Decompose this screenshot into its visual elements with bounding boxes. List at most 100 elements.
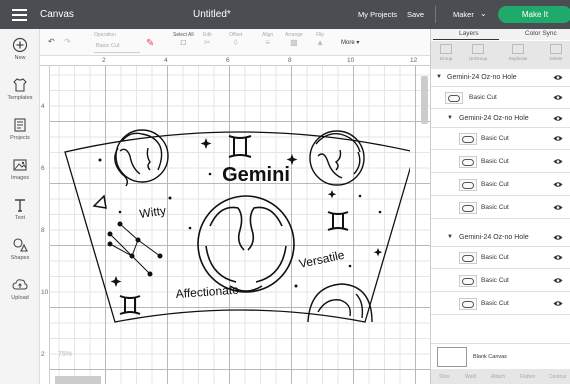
eye-icon[interactable] xyxy=(553,158,563,165)
layer-group[interactable]: ▼ Gemini-24 Oz-no Hole xyxy=(431,69,570,87)
pencil-icon[interactable]: ✎ xyxy=(146,38,154,49)
scissors-icon: ✂ xyxy=(203,38,211,47)
make-it-button[interactable]: Make It xyxy=(498,6,570,23)
blank-canvas-row[interactable]: Blank Canvas xyxy=(431,343,570,369)
layer-item-label: Basic Cut xyxy=(481,158,509,165)
plus-icon xyxy=(12,37,28,53)
arrange-button[interactable]: Arrange ▩ xyxy=(285,32,303,48)
group-button[interactable]: Group xyxy=(431,44,461,61)
versatile-text: Versatile xyxy=(298,248,346,271)
undo-icon[interactable]: ↶ xyxy=(48,37,55,47)
ruler-number: 10 xyxy=(347,57,355,64)
blank-canvas-label: Blank Canvas xyxy=(473,354,507,360)
contour-button[interactable]: Contour xyxy=(549,374,567,380)
top-ruler: 2 4 6 8 10 12 xyxy=(40,56,430,66)
nav-text[interactable]: Text xyxy=(0,197,40,221)
nav-templates[interactable]: Templates xyxy=(0,77,40,101)
layer-item[interactable]: Basic Cut xyxy=(431,151,570,173)
select-all-button[interactable]: Select All □ xyxy=(173,32,194,48)
menu-icon[interactable] xyxy=(12,9,27,21)
flip-icon: ▲ xyxy=(316,38,324,47)
machine-select[interactable]: Maker xyxy=(453,10,474,19)
layer-group-label: Gemini-24 Oz-no Hole xyxy=(459,115,529,122)
gemini-constellation xyxy=(107,221,163,277)
layer-item[interactable]: Basic Cut xyxy=(431,128,570,150)
redo-icon[interactable]: ↷ xyxy=(64,37,71,47)
layer-item[interactable]: Basic Cut xyxy=(431,270,570,292)
layer-item-label: Basic Cut xyxy=(481,204,509,211)
nav-new[interactable]: New xyxy=(0,37,40,61)
text-icon xyxy=(12,197,28,213)
eye-icon[interactable] xyxy=(553,234,563,241)
gemini-text: Gemini xyxy=(222,164,290,186)
nav-label: Images xyxy=(10,175,30,181)
layer-item-label: Basic Cut xyxy=(481,181,509,188)
eye-icon[interactable] xyxy=(553,94,563,101)
left-ruler: 4 6 8 10 2 xyxy=(40,66,50,384)
chevron-down-icon[interactable]: ▼ xyxy=(436,74,442,80)
layer-thumbnail xyxy=(445,92,463,104)
duplicate-button[interactable]: Duplicate xyxy=(503,44,533,61)
eye-icon[interactable] xyxy=(553,204,563,211)
eye-icon[interactable] xyxy=(553,181,563,188)
chevron-down-icon[interactable]: ▼ xyxy=(447,234,453,240)
eye-icon[interactable] xyxy=(553,277,563,284)
layer-item[interactable]: Basic Cut xyxy=(431,174,570,196)
layer-thumbnail xyxy=(459,202,477,214)
document-title[interactable]: Untitled* xyxy=(193,9,231,20)
horizontal-scrollbar[interactable] xyxy=(55,376,101,384)
design-canvas[interactable]: Gemini Witty Versatile Affectionate xyxy=(50,66,430,384)
delete-button[interactable]: Delete xyxy=(541,44,570,61)
eye-icon[interactable] xyxy=(553,300,563,307)
canvas-color-swatch[interactable] xyxy=(437,347,467,367)
nav-projects[interactable]: Projects xyxy=(0,117,40,141)
my-projects-link[interactable]: My Projects xyxy=(358,10,397,19)
edit-button[interactable]: Edit ✂ xyxy=(203,32,212,48)
nav-images[interactable]: Images xyxy=(0,157,40,181)
nav-label: Upload xyxy=(11,295,29,301)
operation-select[interactable]: Basic Cut xyxy=(94,43,140,53)
zoom-level[interactable]: 75% xyxy=(58,351,72,358)
chevron-down-icon[interactable]: ▼ xyxy=(447,115,453,121)
nav-label: Shapes xyxy=(10,255,30,261)
save-button[interactable]: Save xyxy=(407,10,424,19)
eye-icon[interactable] xyxy=(553,135,563,142)
ruler-number: 6 xyxy=(41,165,45,172)
ruler-number: 8 xyxy=(41,227,45,234)
gemini-tumbler-design[interactable]: Gemini Witty Versatile Affectionate xyxy=(60,126,410,326)
flatten-button[interactable]: Flatten xyxy=(520,374,535,380)
tab-layers[interactable]: Layers xyxy=(459,30,479,37)
more-label: More xyxy=(341,40,355,46)
gemini-symbol xyxy=(327,211,349,231)
projects-icon xyxy=(12,117,28,133)
chevron-down-icon[interactable]: ⌄ xyxy=(480,9,487,18)
weld-button[interactable]: Weld xyxy=(465,374,476,380)
slice-button[interactable]: Slice xyxy=(439,374,450,380)
ungroup-button[interactable]: UnGroup xyxy=(463,44,493,61)
duplicate-icon xyxy=(512,44,524,54)
eye-icon[interactable] xyxy=(553,115,563,122)
layer-item[interactable]: Basic Cut xyxy=(431,247,570,269)
offset-button[interactable]: Offset ◊ xyxy=(229,32,242,48)
topbar-divider xyxy=(435,6,436,23)
layer-thumbnail xyxy=(459,133,477,145)
arrange-icon: ▩ xyxy=(290,38,298,47)
more-menu[interactable]: More ▾ xyxy=(341,39,359,46)
attach-button[interactable]: Attach xyxy=(491,374,505,380)
flip-button[interactable]: Flip ▲ xyxy=(316,32,324,48)
vertical-scrollbar[interactable] xyxy=(421,76,428,124)
nav-upload[interactable]: Upload xyxy=(0,277,40,301)
eye-icon[interactable] xyxy=(553,254,563,261)
layer-item[interactable]: Basic Cut xyxy=(431,87,570,109)
tab-color-sync[interactable]: Color Sync xyxy=(525,30,557,37)
layer-item[interactable]: Basic Cut xyxy=(431,197,570,219)
layer-group[interactable]: ▼ Gemini-24 Oz-no Hole xyxy=(431,110,570,128)
layer-thumbnail xyxy=(459,298,477,310)
eye-icon[interactable] xyxy=(553,74,563,81)
layer-group[interactable]: ▼ Gemini-24 Oz-no Hole xyxy=(431,229,570,247)
align-button[interactable]: Align ≡ xyxy=(262,32,273,48)
nav-shapes[interactable]: Shapes xyxy=(0,237,40,261)
ruler-number: 4 xyxy=(41,103,45,110)
panel-tabs: Layers Color Sync xyxy=(431,29,570,40)
layer-item[interactable]: Basic Cut xyxy=(431,293,570,315)
